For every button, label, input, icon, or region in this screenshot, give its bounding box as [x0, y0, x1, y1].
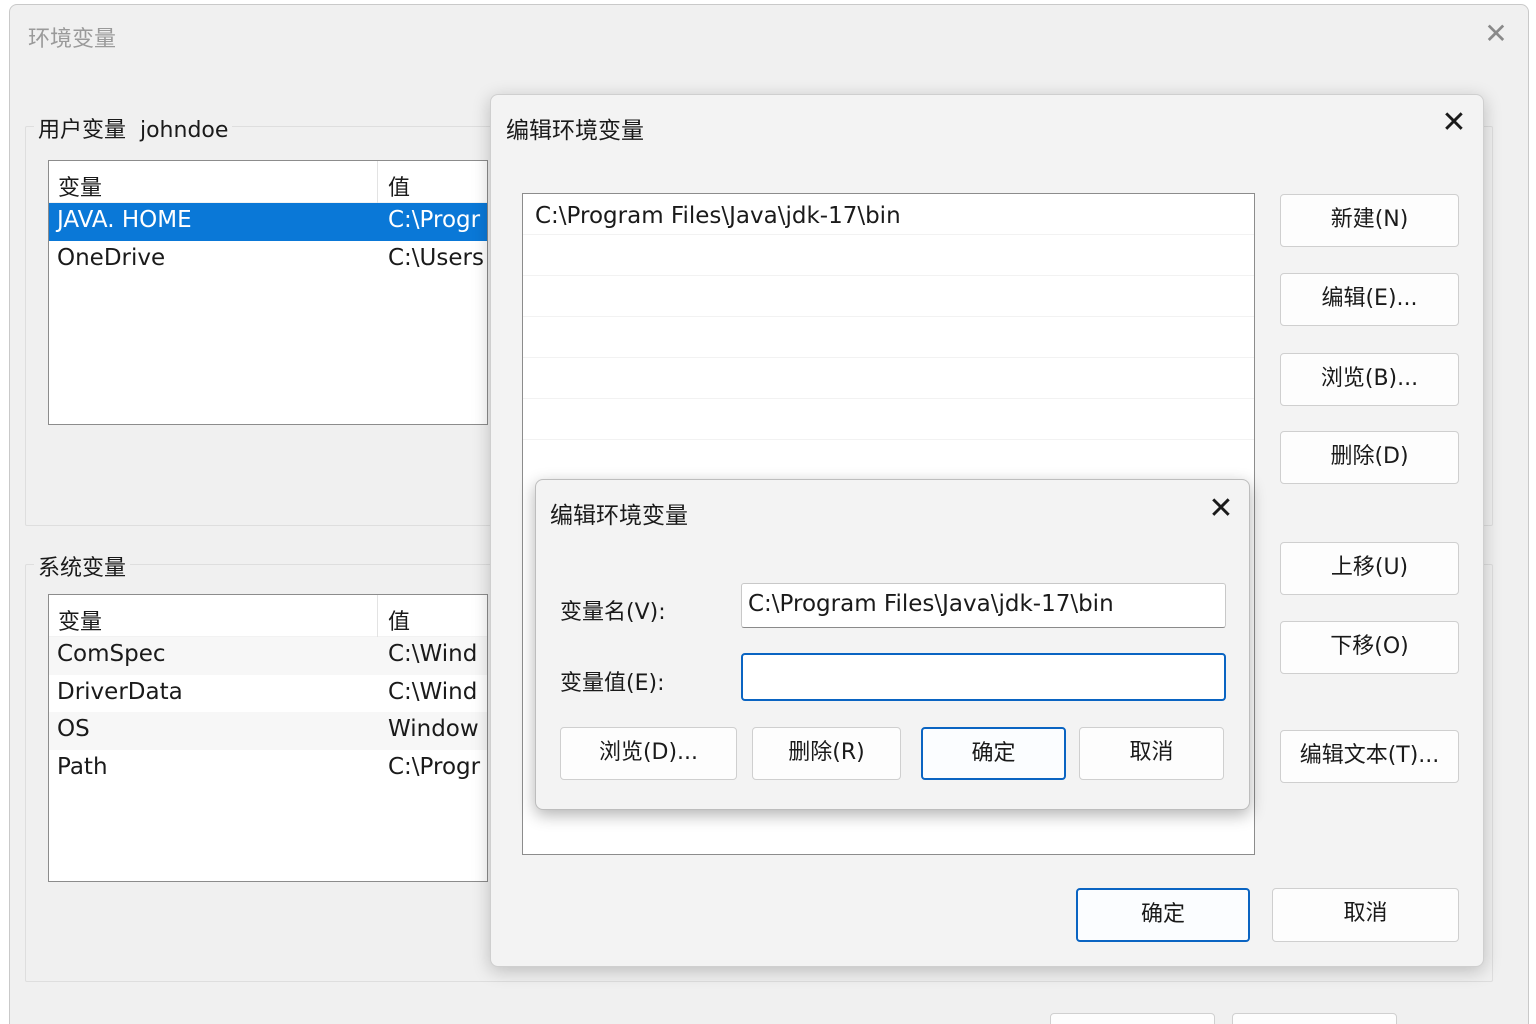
variable-name: ComSpec	[57, 641, 166, 667]
variable-value: Window	[388, 716, 479, 742]
variable-value: C:\Wind	[388, 678, 478, 705]
edit-variable-subdialog: 编辑环境变量 ✕ 变量名(V): C:\Program Files\Java\j…	[535, 479, 1250, 810]
main-cancel-button-partial[interactable]	[1232, 1013, 1397, 1024]
table-row[interactable]: DriverData C:\Wind	[49, 675, 487, 713]
list-item[interactable]	[523, 358, 1254, 399]
window-title: 环境变量	[28, 27, 117, 52]
variable-value: C:\Users	[388, 244, 484, 271]
ok-button[interactable]: 确定	[1076, 888, 1250, 942]
table-row[interactable]: OS Window	[49, 712, 487, 750]
variable-name: DriverData	[57, 678, 183, 705]
new-button[interactable]: 新建(N)	[1280, 194, 1459, 247]
close-icon[interactable]: ✕	[1437, 107, 1471, 141]
main-ok-button-partial[interactable]	[1050, 1013, 1215, 1024]
move-down-button[interactable]: 下移(O)	[1280, 621, 1459, 674]
cancel-button[interactable]: 取消	[1272, 888, 1459, 942]
list-item[interactable]: C:\Program Files\Java\jdk-17\bin	[523, 194, 1254, 235]
ok-button[interactable]: 确定	[921, 727, 1066, 780]
column-divider[interactable]	[377, 161, 378, 203]
variable-value: C:\Progr	[388, 753, 481, 780]
delete-button[interactable]: 删除(D)	[1280, 431, 1459, 484]
system-variables-list[interactable]: 变量 值 ComSpec C:\Wind DriverData C:\Wind …	[48, 594, 488, 882]
list-header: 变量 值	[49, 595, 487, 637]
table-row[interactable]: JAVA. HOME C:\Progr	[49, 203, 487, 241]
column-divider[interactable]	[377, 595, 378, 637]
list-item[interactable]	[523, 276, 1254, 317]
list-item[interactable]	[523, 399, 1254, 440]
variable-name: JAVA. HOME	[57, 207, 192, 233]
column-header-variable[interactable]: 变量	[58, 170, 102, 202]
list-header: 变量 值	[49, 161, 487, 203]
variable-value-label: 变量值(E):	[560, 671, 665, 696]
move-up-button[interactable]: 上移(U)	[1280, 542, 1459, 595]
column-header-value[interactable]: 值	[388, 170, 410, 202]
close-icon[interactable]: ✕	[1204, 493, 1238, 527]
user-variables-legend: 用户变量 johndoe	[34, 112, 233, 144]
user-variables-list[interactable]: 变量 值 JAVA. HOME C:\Progr OneDrive C:\Use…	[48, 160, 488, 425]
column-header-variable[interactable]: 变量	[58, 604, 102, 636]
delete-button[interactable]: 删除(R)	[752, 727, 901, 780]
list-item[interactable]	[523, 235, 1254, 276]
dialog-title: 编辑环境变量	[506, 118, 644, 144]
cancel-button[interactable]: 取消	[1079, 727, 1224, 780]
edit-text-button[interactable]: 编辑文本(T)...	[1280, 730, 1459, 783]
browse-button[interactable]: 浏览(B)...	[1280, 353, 1459, 406]
dialog-title: 编辑环境变量	[550, 503, 688, 529]
variable-value-field[interactable]	[741, 653, 1226, 701]
variable-name-field[interactable]: C:\Program Files\Java\jdk-17\bin	[741, 583, 1226, 628]
browse-directory-button[interactable]: 浏览(D)...	[560, 727, 737, 780]
table-row[interactable]: Path C:\Progr	[49, 750, 487, 788]
table-row[interactable]: ComSpec C:\Wind	[49, 637, 487, 675]
variable-name: OS	[57, 716, 90, 742]
variable-name: Path	[57, 753, 108, 780]
close-icon[interactable]: ✕	[1480, 19, 1512, 51]
variable-value: C:\Progr	[388, 207, 481, 233]
table-row[interactable]: OneDrive C:\Users	[49, 241, 487, 279]
column-header-value[interactable]: 值	[388, 604, 410, 636]
variable-name-label: 变量名(V):	[560, 600, 666, 625]
system-variables-legend: 系统变量	[34, 550, 131, 582]
edit-button[interactable]: 编辑(E)...	[1280, 273, 1459, 326]
variable-name: OneDrive	[57, 244, 166, 271]
variable-value: C:\Wind	[388, 641, 478, 667]
list-item[interactable]	[523, 317, 1254, 358]
